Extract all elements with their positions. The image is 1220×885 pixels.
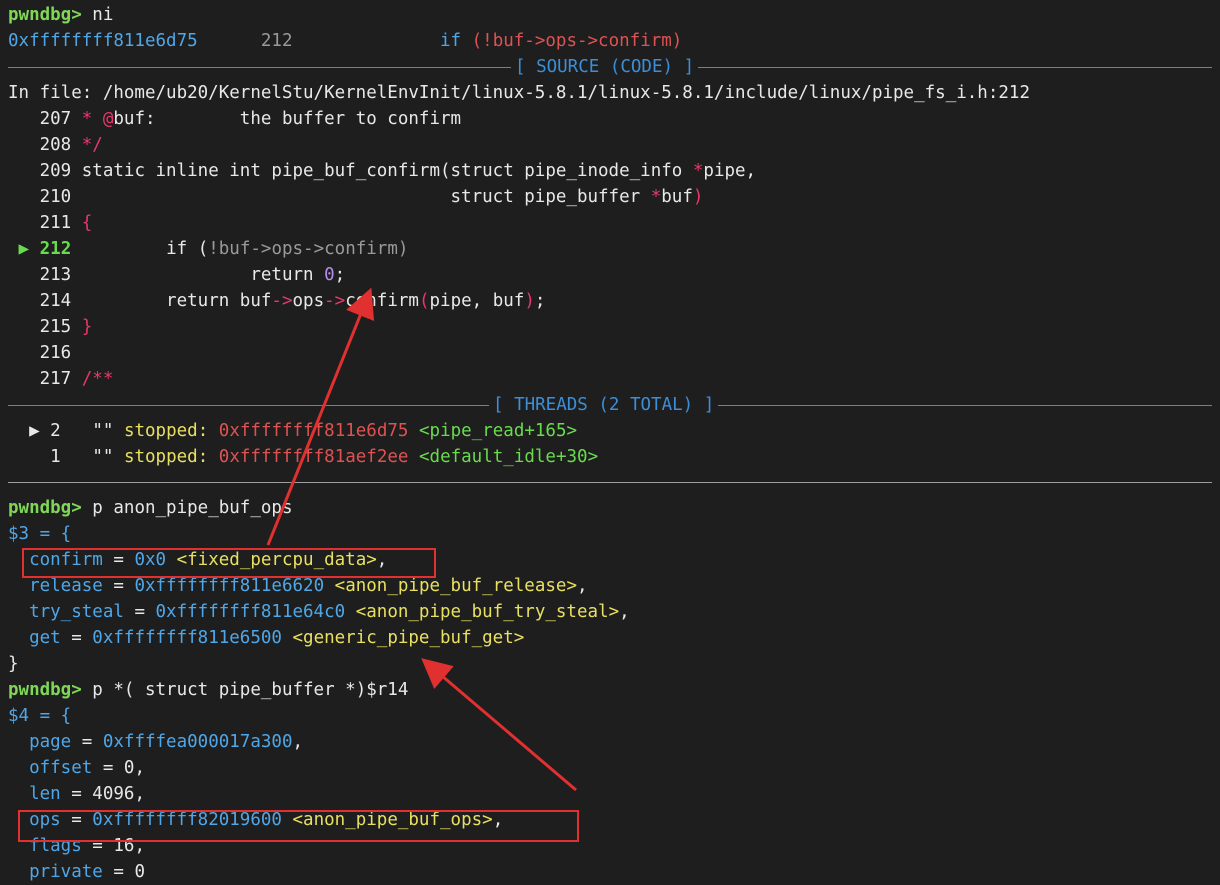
in-file-line: In file: /home/ub20/KernelStu/KernelEnvI…: [8, 83, 1030, 103]
threads-header: [ THREADS (2 TOTAL) ]: [489, 392, 719, 418]
thread-row: ▶ 2 "" stopped: 0xffffffff811e6d75 <pipe…: [29, 421, 578, 441]
source-line-209: 209 static inline int pipe_buf_confirm(s…: [39, 161, 757, 181]
pc-code: (!buf->ops->confirm): [471, 31, 683, 51]
result-4-head: $4 = {: [8, 706, 72, 726]
terminal[interactable]: pwndbg> ni 0xffffffff811e6d75 212 if (!b…: [8, 2, 1220, 885]
current-line-marker: ▶: [18, 239, 30, 259]
prompt-line-ni: pwndbg> ni: [8, 2, 1220, 28]
pc-code-if: if: [440, 31, 462, 51]
result-3-head: $3 = {: [8, 524, 72, 544]
thread-row: 1 "" stopped: 0xffffffff81aef2ee <defaul…: [50, 447, 599, 467]
source-separator: [ SOURCE (CODE) ]: [8, 54, 1220, 80]
struct-field-ops: ops = 0xffffffff82019600 <anon_pipe_buf_…: [29, 810, 504, 830]
struct-field-len: len = 4096,: [29, 784, 145, 804]
source-line-214: 214 return buf->ops->confirm(pipe, buf);: [39, 291, 546, 311]
source-line-217: 217 /**: [39, 369, 114, 389]
struct-field-try-steal: try_steal = 0xffffffff811e64c0 <anon_pip…: [29, 602, 630, 622]
source-line-213: 213 return 0;: [39, 265, 346, 285]
source-line-211: 211 {: [39, 213, 93, 233]
pc-lineno: 212: [260, 31, 293, 51]
prompt: pwndbg>: [8, 5, 82, 25]
source-header: [ SOURCE (CODE) ]: [511, 54, 699, 80]
struct-field-flags: flags = 16,: [29, 836, 145, 856]
source-line-208: 208 */: [39, 135, 103, 155]
pc-address: 0xffffffff811e6d75: [8, 31, 198, 51]
struct-field-release: release = 0xffffffff811e6620 <anon_pipe_…: [29, 576, 588, 596]
source-line-215: 215 }: [39, 317, 93, 337]
struct-field-get: get = 0xffffffff811e6500 <generic_pipe_b…: [29, 628, 525, 648]
struct-field-page: page = 0xffffea000017a300,: [29, 732, 304, 752]
source-line-212-current: ▶ 212 if (!buf->ops->confirm): [18, 239, 409, 259]
prompt-line-print-buffer: pwndbg> p *( struct pipe_buffer *)$r14: [8, 680, 409, 700]
section-divider: [8, 482, 1212, 483]
prompt-line-print-ops: pwndbg> p anon_pipe_buf_ops: [8, 498, 293, 518]
source-line-210: 210 struct pipe_buffer *buf): [39, 187, 704, 207]
struct-field-confirm: confirm = 0x0 <fixed_percpu_data>,: [29, 550, 388, 570]
command-text: ni: [81, 5, 114, 25]
source-line-216: 216: [39, 343, 72, 363]
source-line-207: 207 * @buf: the buffer to confirm: [39, 109, 462, 129]
pc-line: 0xffffffff811e6d75 212 if (!buf->ops->co…: [8, 28, 1220, 54]
struct-field-offset: offset = 0,: [29, 758, 145, 778]
result-3-close: }: [8, 654, 19, 674]
threads-separator: [ THREADS (2 TOTAL) ]: [8, 392, 1220, 418]
struct-field-private: private = 0: [29, 862, 145, 882]
